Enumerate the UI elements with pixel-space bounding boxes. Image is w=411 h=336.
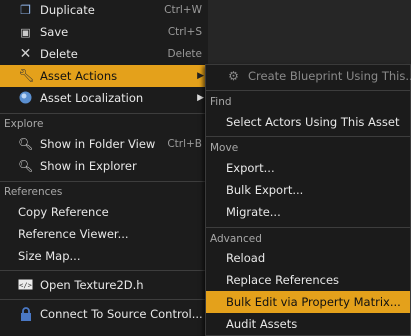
code-file-icon: </> bbox=[18, 278, 33, 293]
menu-item-asset-localization[interactable]: Asset Localization ▶ bbox=[0, 87, 208, 109]
magnifier-icon: 🔍︎ bbox=[18, 137, 34, 151]
svg-text:</>: </> bbox=[19, 282, 32, 290]
separator bbox=[206, 90, 410, 91]
menu-item-reload[interactable]: Reload bbox=[206, 247, 410, 269]
menu-item-open-texture2d[interactable]: </> Open Texture2D.h bbox=[0, 274, 208, 296]
menu-item-size-map[interactable]: Size Map... bbox=[0, 245, 208, 267]
menu-item-save[interactable]: ▣ Save Ctrl+S bbox=[0, 21, 208, 43]
globe-icon bbox=[18, 91, 33, 106]
separator bbox=[0, 113, 208, 114]
submenu-arrow-icon: ▶ bbox=[197, 93, 204, 103]
menu-item-migrate[interactable]: Migrate... bbox=[206, 201, 410, 223]
section-header-move: Move bbox=[210, 142, 239, 154]
menu-item-show-folder-view[interactable]: 🔍︎ Show in Folder View Ctrl+B bbox=[0, 133, 208, 155]
source-control-icon bbox=[18, 307, 33, 322]
separator bbox=[0, 299, 208, 300]
magnifier-icon: 🔍︎ bbox=[18, 159, 34, 173]
section-header-advanced: Advanced bbox=[210, 233, 262, 245]
menu-item-show-in-explorer[interactable]: 🔍︎ Show in Explorer bbox=[0, 155, 208, 177]
menu-item-connect-source-control[interactable]: Connect To Source Control... bbox=[0, 303, 208, 325]
duplicate-icon: ❐ bbox=[20, 3, 31, 17]
wrench-icon: 🔧︎ bbox=[18, 69, 35, 84]
separator bbox=[0, 270, 208, 271]
menu-item-asset-actions[interactable]: 🔧︎ Asset Actions ▶ bbox=[0, 65, 208, 87]
menu-item-create-blueprint[interactable]: ⚙ Create Blueprint Using This... bbox=[206, 65, 411, 87]
menu-item-select-actors[interactable]: Select Actors Using This Asset bbox=[206, 111, 410, 133]
blueprint-icon: ⚙ bbox=[228, 69, 239, 83]
section-header-references: References bbox=[4, 186, 63, 198]
separator bbox=[206, 136, 410, 137]
context-menu: ❐ Duplicate Ctrl+W ▣ Save Ctrl+S ✕ Delet… bbox=[0, 0, 208, 336]
separator bbox=[206, 227, 410, 228]
delete-icon: ✕ bbox=[19, 46, 32, 62]
section-header-find: Find bbox=[210, 96, 232, 108]
menu-item-bulk-export[interactable]: Bulk Export... bbox=[206, 179, 410, 201]
save-icon: ▣ bbox=[20, 26, 31, 39]
menu-item-reference-viewer[interactable]: Reference Viewer... bbox=[0, 223, 208, 245]
separator bbox=[0, 181, 208, 182]
menu-item-delete[interactable]: ✕ Delete Delete bbox=[0, 43, 208, 65]
menu-item-audit-assets[interactable]: Audit Assets bbox=[206, 313, 410, 335]
menu-item-export[interactable]: Export... bbox=[206, 157, 410, 179]
menu-item-replace-references[interactable]: Replace References bbox=[206, 269, 410, 291]
submenu-arrow-icon: ▶ bbox=[197, 71, 204, 81]
menu-item-bulk-edit-property-matrix[interactable]: Bulk Edit via Property Matrix... bbox=[206, 291, 410, 313]
asset-actions-submenu: ⚙ Create Blueprint Using This... Find Se… bbox=[205, 64, 411, 336]
menu-item-duplicate[interactable]: ❐ Duplicate Ctrl+W bbox=[0, 0, 208, 21]
menu-item-copy-reference[interactable]: Copy Reference bbox=[0, 201, 208, 223]
section-header-explore: Explore bbox=[4, 118, 44, 130]
